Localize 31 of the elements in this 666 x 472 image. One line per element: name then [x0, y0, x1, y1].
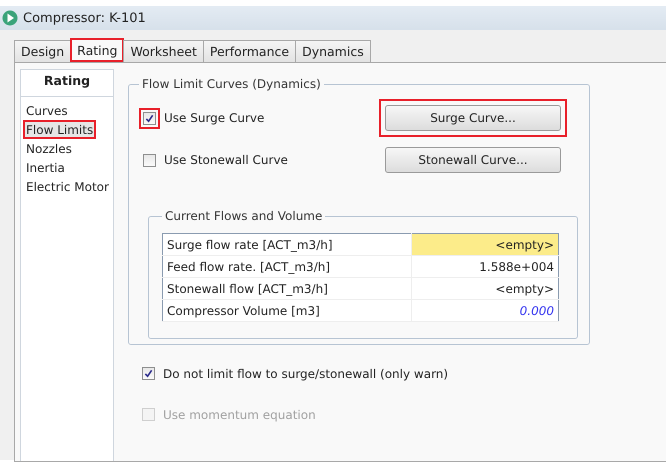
- checkbox-label: Use Stonewall Curve: [164, 153, 288, 167]
- value-cell[interactable]: 1.588e+004: [412, 256, 558, 278]
- tab[interactable]: Performance: [202, 40, 296, 62]
- value-cell[interactable]: <empty>: [412, 278, 558, 300]
- property-cell: Stonewall flow [ACT_m3/h]: [162, 278, 412, 300]
- group-title: Current Flows and Volume: [164, 209, 324, 223]
- checkbox[interactable]: [142, 367, 155, 380]
- property-cell: Feed flow rate. [ACT_m3/h]: [162, 256, 412, 278]
- sidebar-item[interactable]: Inertia: [23, 158, 68, 177]
- value-cell[interactable]: 0.000: [412, 300, 558, 322]
- checkbox-label: Use momentum equation: [163, 408, 316, 422]
- sidebar-item[interactable]: Flow Limits: [23, 120, 96, 139]
- tab[interactable]: Rating: [70, 38, 124, 62]
- value-cell[interactable]: <empty>: [412, 234, 558, 256]
- window-title: Compressor: K-101: [23, 10, 146, 26]
- tab[interactable]: Worksheet: [123, 40, 204, 62]
- sidebar-title: Rating: [21, 70, 113, 97]
- checkbox[interactable]: [143, 154, 156, 166]
- sidebar-item[interactable]: Nozzles: [23, 139, 75, 158]
- tab[interactable]: Design: [14, 40, 72, 62]
- app-icon: [2, 10, 18, 26]
- checkbox-label: Do not limit flow to surge/stonewall (only warn): [163, 366, 448, 380]
- curve-button[interactable]: Stonewall Curve...: [385, 147, 561, 173]
- checkbox[interactable]: [143, 112, 156, 124]
- checkbox-label: Use Surge Curve: [164, 111, 264, 125]
- group-title: Flow Limit Curves (Dynamics): [141, 77, 322, 91]
- tab[interactable]: Dynamics: [295, 40, 371, 62]
- sidebar-item[interactable]: Curves: [23, 101, 71, 120]
- sidebar-item[interactable]: Electric Motor: [23, 177, 112, 196]
- curve-button[interactable]: Surge Curve...: [385, 105, 561, 131]
- property-cell: Compressor Volume [m3]: [162, 300, 412, 322]
